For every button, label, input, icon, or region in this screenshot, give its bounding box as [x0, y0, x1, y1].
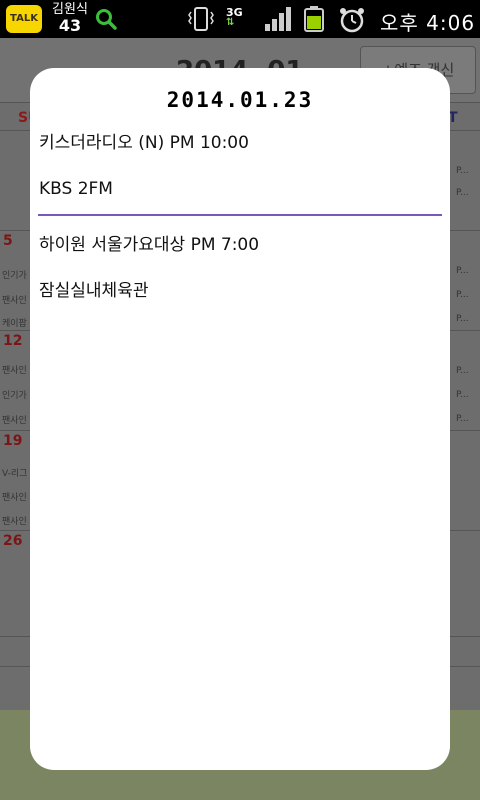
calendar-day[interactable]: 26: [3, 533, 22, 549]
event-item[interactable]: 하이원 서울가요대상 PM 7:00 잠실실내체육관: [39, 222, 441, 314]
event-location: 잠실실내체육관: [39, 281, 149, 301]
signal-icon: [265, 7, 291, 31]
calendar-event-snippet: 팬사인: [2, 517, 27, 527]
battery-icon: [304, 6, 324, 32]
calendar-event-snippet: 인기가: [2, 271, 27, 281]
calendar-event-snippet: 팬사인: [2, 296, 27, 306]
calendar-event-snippet: 팬사인: [2, 493, 27, 503]
calendar-day[interactable]: 19: [3, 433, 22, 449]
event-title: 하이원 서울가요대상 PM 7:00: [39, 235, 260, 255]
calendar-event-snippet: 케이팝: [2, 319, 27, 329]
search-icon: [96, 9, 117, 30]
calendar-event-snippet: P...: [456, 290, 469, 300]
calendar-event-snippet: 팬사인: [2, 416, 27, 426]
calendar-event-snippet: P...: [456, 188, 469, 198]
calendar-event-snippet: P...: [456, 366, 469, 376]
event-location: KBS 2FM: [39, 179, 113, 199]
calendar-event-snippet: V-리그: [2, 469, 28, 479]
calendar-event-snippet: 팬사인: [2, 366, 27, 376]
notification-count: 43: [58, 16, 82, 35]
notification-text: 김원식 43: [48, 2, 92, 34]
status-bar: TALK 김원식 43 3G ⇅ 오후 4:06: [0, 0, 480, 38]
calendar-event-snippet: P...: [456, 314, 469, 324]
schedule-dialog: 2014.01.23 키스더라디오 (N) PM 10:00 KBS 2FM 하…: [30, 68, 450, 770]
event-title: 키스더라디오 (N) PM 10:00: [39, 133, 249, 153]
kakaotalk-icon: TALK: [6, 5, 42, 33]
event-divider: [38, 214, 442, 216]
status-clock: 오후 4:06: [380, 11, 476, 35]
vibrate-icon: [188, 7, 214, 31]
alarm-icon: [340, 8, 364, 33]
calendar-event-snippet: P...: [456, 414, 469, 424]
calendar-day[interactable]: 12: [3, 333, 22, 349]
network-3g-icon: 3G ⇅: [226, 6, 252, 32]
calendar-event-snippet: 인기가: [2, 391, 27, 401]
dialog-date-title: 2014.01.23: [166, 88, 314, 112]
calendar-event-snippet: P...: [456, 166, 469, 176]
event-item[interactable]: 키스더라디오 (N) PM 10:00 KBS 2FM: [39, 120, 441, 212]
calendar-event-snippet: P...: [456, 390, 469, 400]
calendar-event-snippet: P...: [456, 266, 469, 276]
calendar-day[interactable]: 5: [3, 233, 13, 249]
